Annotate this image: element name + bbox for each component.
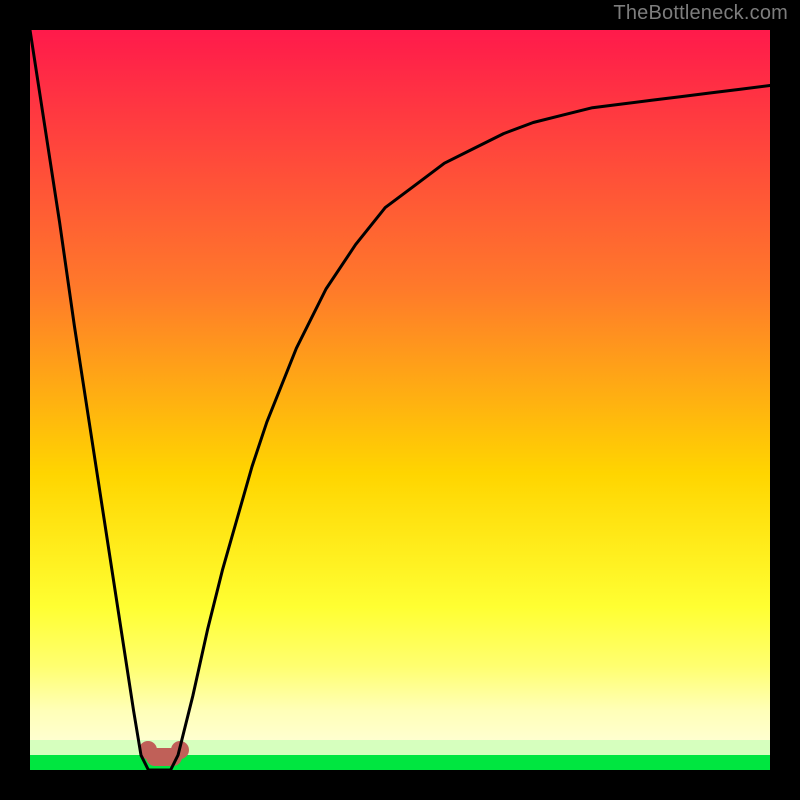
attribution-text: TheBottleneck.com: [613, 2, 788, 25]
chart-container: TheBottleneck.com: [0, 0, 800, 800]
plot-area: [30, 30, 770, 770]
gradient-bg: [30, 30, 770, 770]
bottleneck-chart: [0, 0, 800, 800]
